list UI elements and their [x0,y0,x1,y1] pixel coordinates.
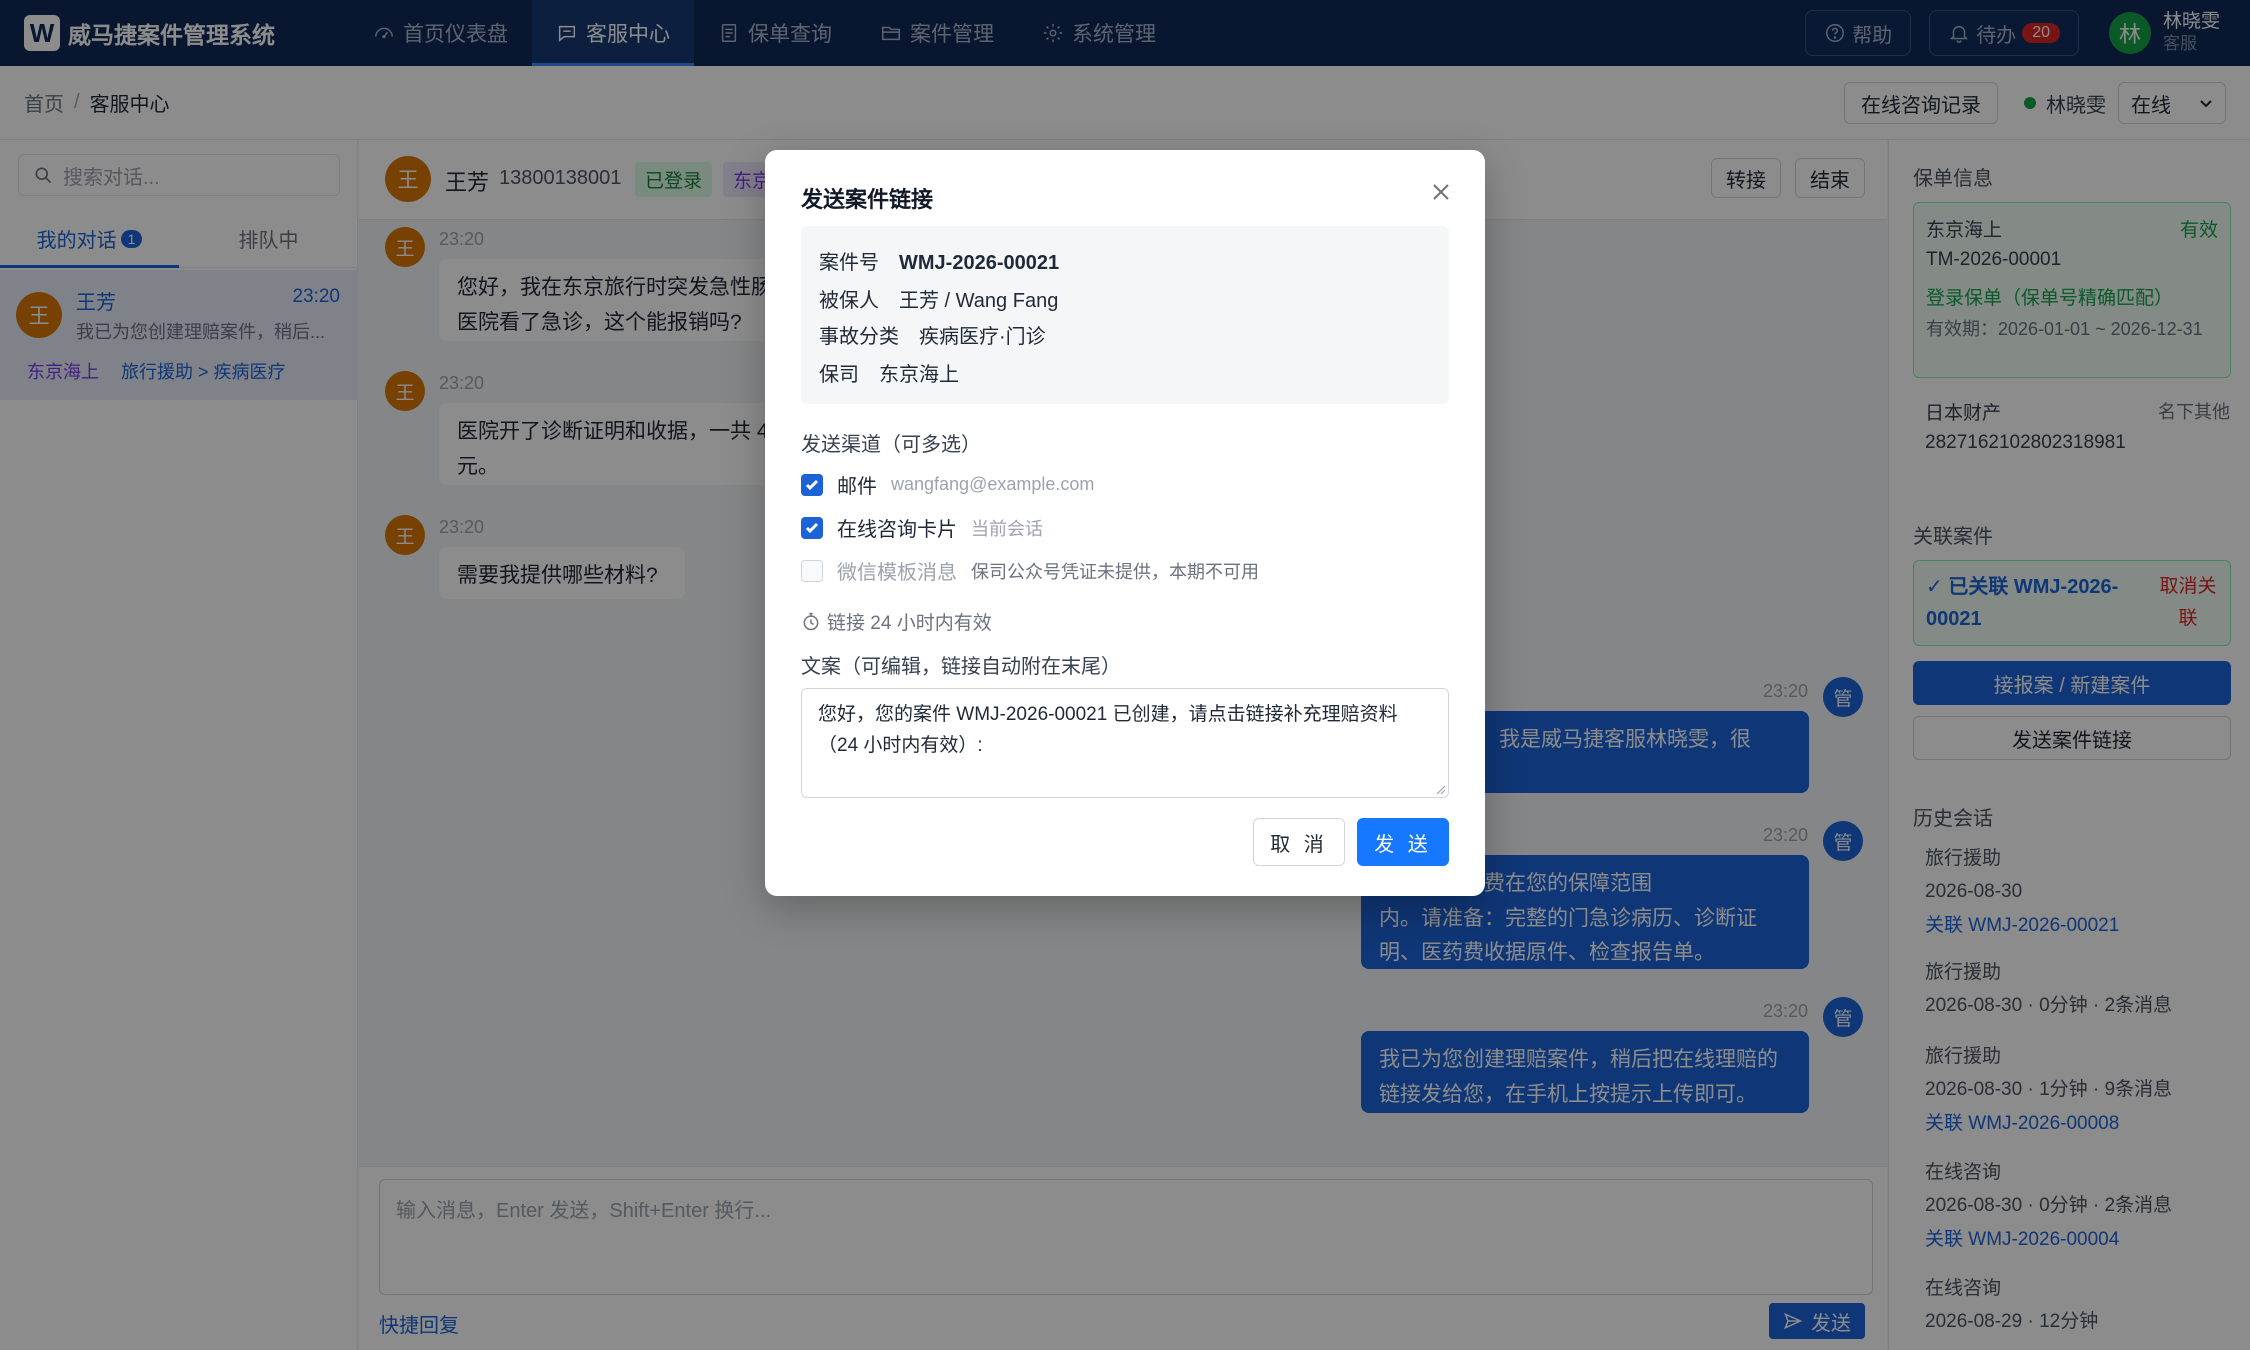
link-validity-note: 链接 24 小时内有效 [801,608,992,635]
channel-card-label: 在线咨询卡片 [837,519,957,541]
channel-card-hint: 当前会话 [971,518,1043,539]
insured-row: 被保人 王芳 / Wang Fang [819,284,1058,313]
insurer-label: 保司 [819,364,859,386]
channel-wechat-label: 微信模板消息 [837,562,957,584]
link-validity-text: 链接 24 小时内有效 [827,613,992,634]
cancel-button[interactable]: 取 消 [1253,818,1345,866]
insurer-row: 保司 东京海上 [819,358,959,387]
copy-line: 您好，您的案件 WMJ-2026-00021 已创建，请点击链接补充理赔资料 [818,704,1398,725]
case-summary-box: 案件号 WMJ-2026-00021 被保人 王芳 / Wang Fang 事故分类… [801,226,1449,404]
message-copy-textarea[interactable]: 您好，您的案件 WMJ-2026-00021 已创建，请点击链接补充理赔资料 （… [801,688,1449,798]
channel-wechat-option: 微信模板消息 保司公众号凭证未提供，本期不可用 [801,556,1259,585]
channel-wechat-hint: 保司公众号凭证未提供，本期不可用 [971,561,1259,582]
copy-label: 文案（可编辑，链接自动附在末尾） [801,656,1121,678]
send-button[interactable]: 发 送 [1357,818,1449,866]
stopwatch-icon [803,612,819,630]
send-case-link-dialog: 发送案件链接 案件号 WMJ-2026-00021 被保人 王芳 / Wang Fa… [765,150,1485,896]
email-checkbox[interactable] [801,473,823,496]
check-icon [805,522,819,533]
case-number-row: 案件号 WMJ-2026-00021 [819,246,1059,275]
category-value: 疾病医疗·门诊 [919,326,1046,348]
wechat-checkbox [801,559,823,582]
dialog-title: 发送案件链接 [801,187,934,212]
insured-value: 王芳 / Wang Fang [899,290,1059,312]
category-row: 事故分类 疾病医疗·门诊 [819,320,1046,349]
channel-email-label: 邮件 [837,476,877,498]
case-number-value: WMJ-2026-00021 [899,252,1060,274]
close-icon [1433,184,1449,200]
case-number-label: 案件号 [819,252,879,274]
dialog-close-button[interactable] [1427,178,1455,206]
insured-label: 被保人 [819,290,879,312]
insurer-value: 东京海上 [879,364,959,386]
channel-card-option[interactable]: 在线咨询卡片 当前会话 [801,513,1043,542]
check-icon [805,479,819,490]
channel-email-hint: wangfang@example.com [891,474,1095,494]
channels-label: 发送渠道（可多选） [801,434,981,456]
channel-email-option[interactable]: 邮件 wangfang@example.com [801,470,1094,499]
card-checkbox[interactable] [801,516,823,539]
category-label: 事故分类 [819,326,899,348]
copy-line: （24 小时内有效）: [818,735,983,757]
resize-handle-icon[interactable] [1434,783,1446,795]
